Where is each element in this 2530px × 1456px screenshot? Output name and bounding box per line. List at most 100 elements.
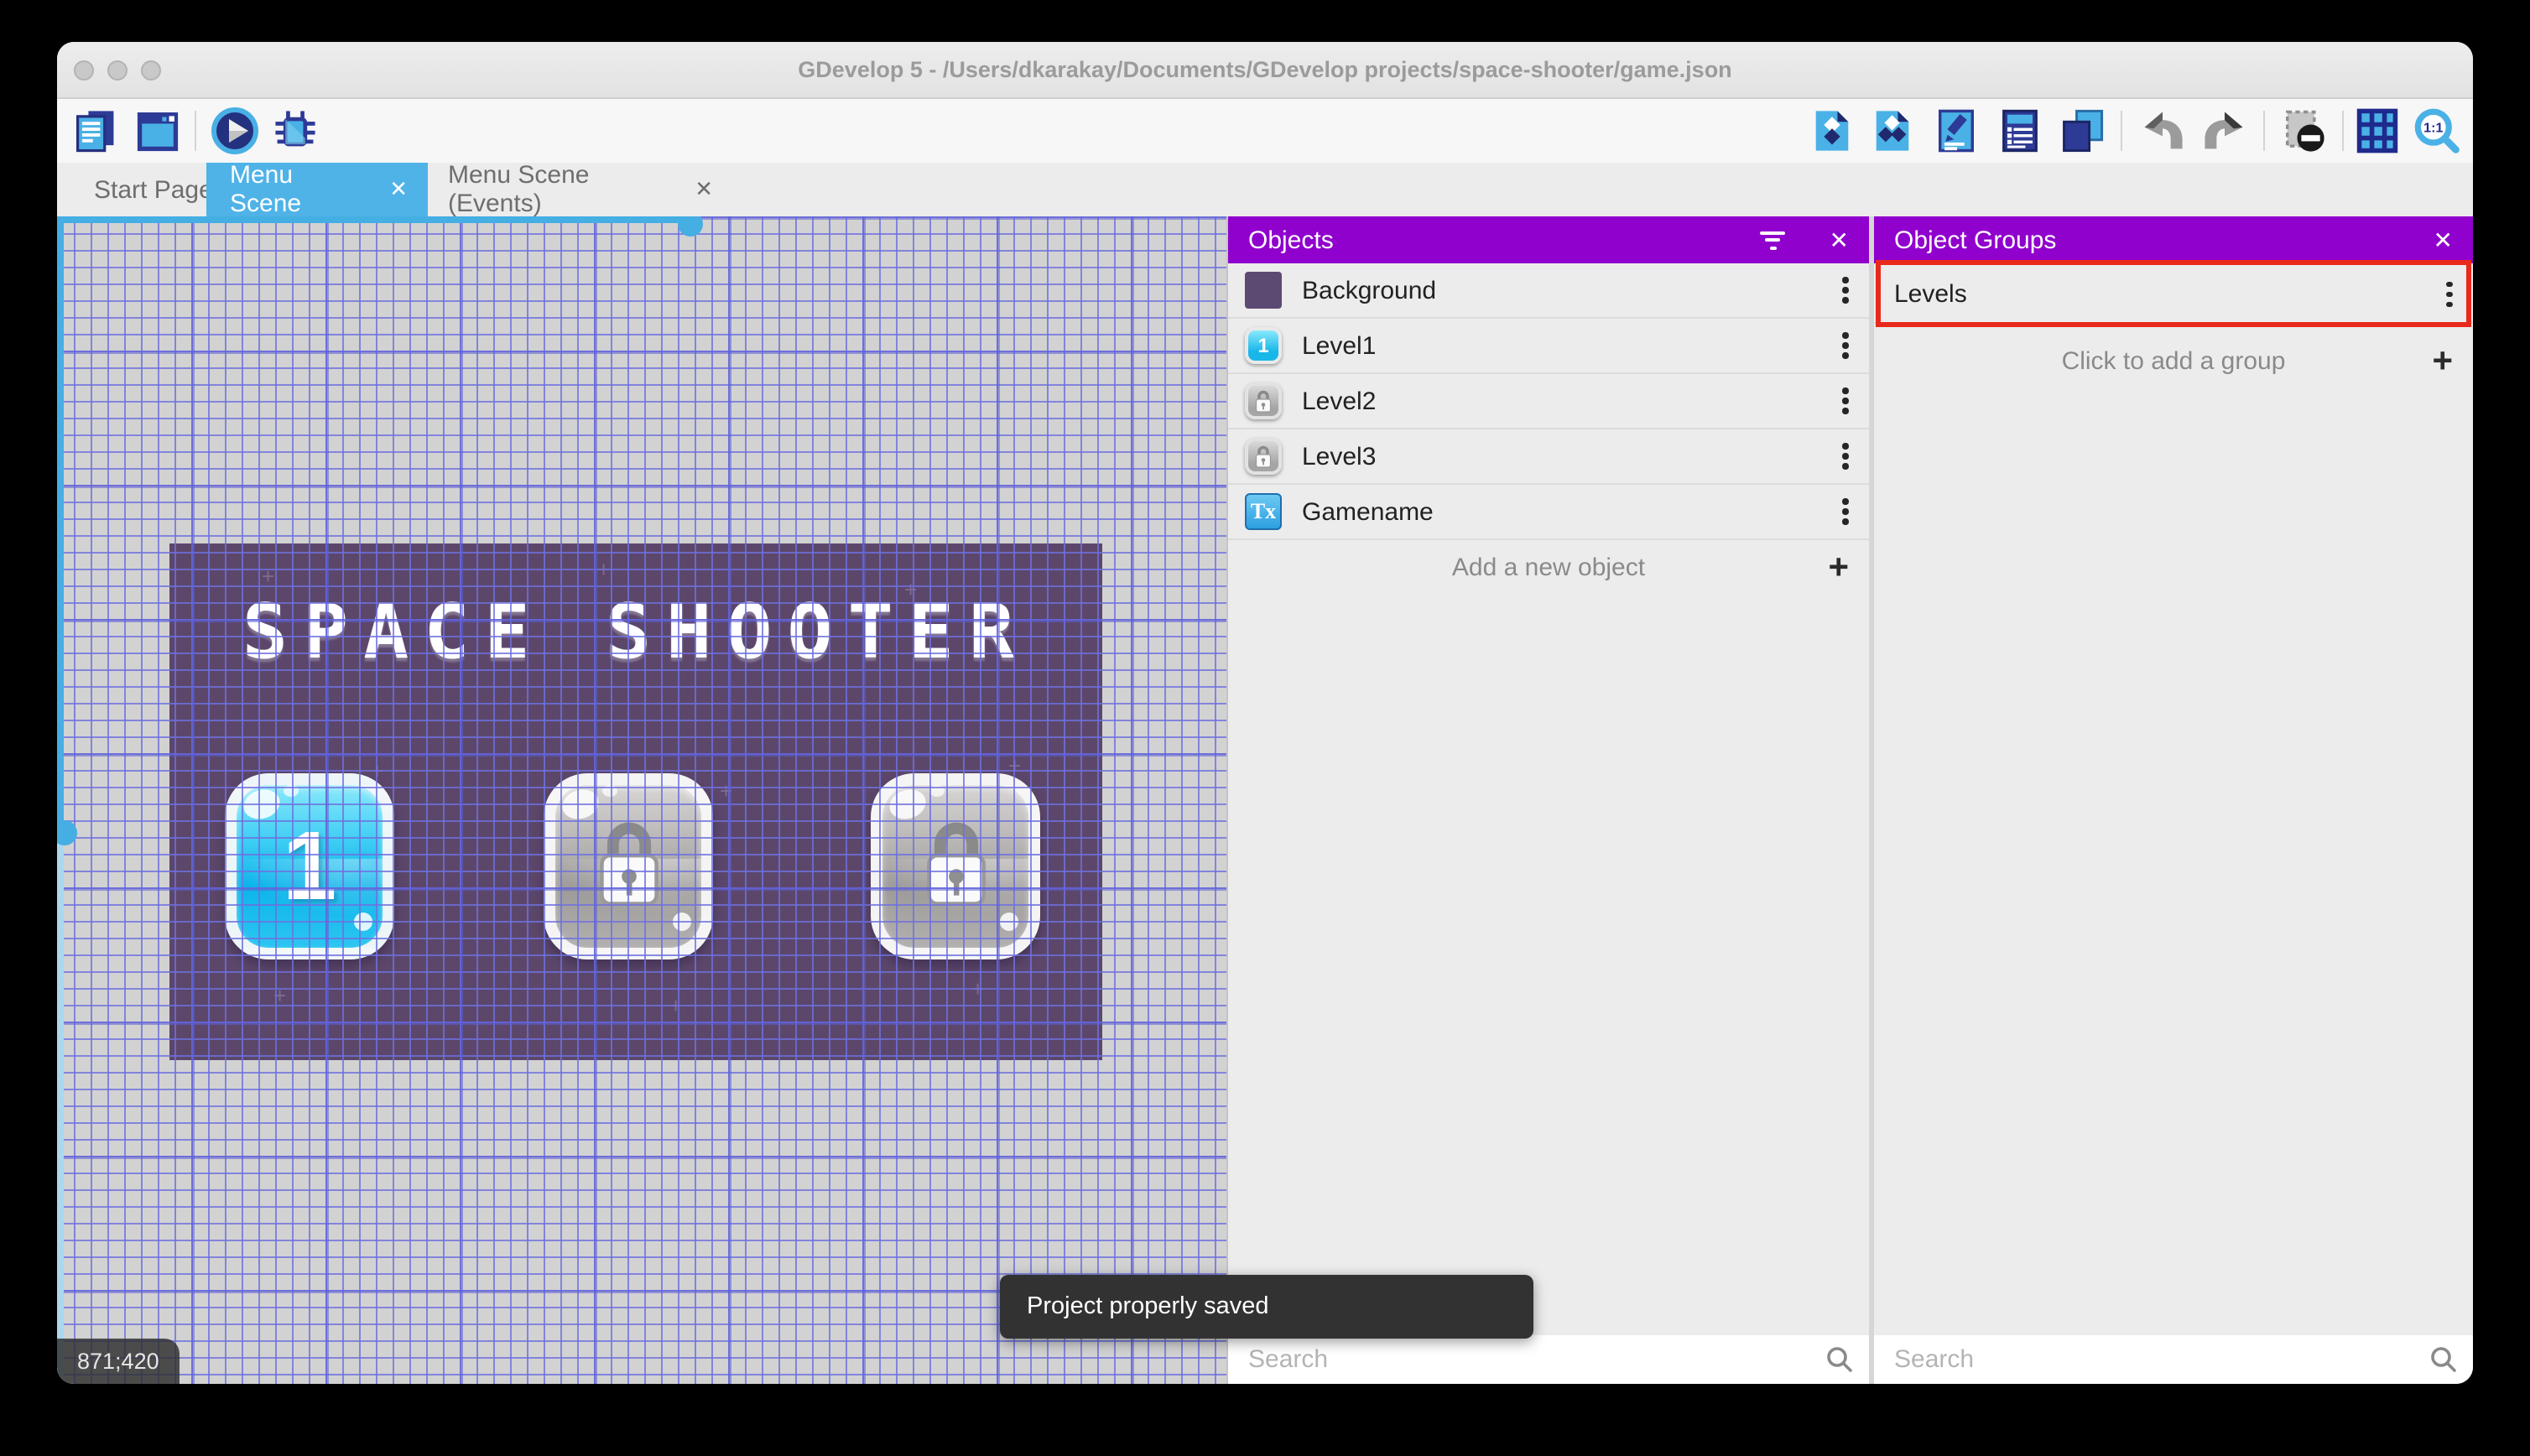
horizontal-scrollbar-thumb[interactable] bbox=[678, 216, 703, 237]
save-toast: Project properly saved bbox=[1000, 1275, 1533, 1339]
vertical-scrollbar[interactable] bbox=[57, 216, 64, 832]
scene-editor-icon[interactable] bbox=[133, 106, 183, 156]
kebab-menu-icon[interactable] bbox=[1823, 377, 1869, 424]
object-row-level3[interactable]: Level3 bbox=[1228, 429, 1869, 485]
lock-icon bbox=[599, 821, 658, 905]
instances-list-icon[interactable] bbox=[1995, 106, 2045, 156]
level3-button-instance[interactable] bbox=[871, 773, 1040, 959]
tab-label: Menu Scene (Events) bbox=[448, 161, 590, 218]
object-label: Level2 bbox=[1302, 387, 1377, 415]
star-decal: + bbox=[597, 557, 611, 582]
search-icon bbox=[2431, 1347, 2456, 1372]
close-icon[interactable]: ✕ bbox=[674, 176, 733, 203]
groups-search bbox=[1874, 1335, 2473, 1384]
tab-label: Start Page bbox=[94, 175, 213, 204]
zoom-fit-icon[interactable]: 1:1 bbox=[2411, 106, 2461, 156]
cursor-coordinates-badge: 871;420 bbox=[57, 1339, 180, 1384]
panel-title: Objects bbox=[1248, 226, 1334, 254]
tab-bar: Start Page Menu Scene ✕ Menu Scene (Even… bbox=[57, 161, 2473, 218]
app-scale-wrapper: GDevelop 5 - /Users/dkarakay/Documents/G… bbox=[0, 0, 2530, 1456]
text-object-thumbnail: Tx bbox=[1245, 493, 1282, 530]
shine-dot bbox=[673, 913, 691, 931]
object-label: Level1 bbox=[1302, 331, 1377, 360]
filter-icon[interactable] bbox=[1760, 231, 1786, 249]
locked-thumbnail bbox=[1245, 438, 1282, 475]
object-groups-panel: Object Groups ✕ Levels Click to add a gr… bbox=[1874, 216, 2473, 1384]
grid-icon[interactable] bbox=[2352, 106, 2402, 156]
object-label: Gamename bbox=[1302, 497, 1434, 526]
kebab-menu-icon[interactable] bbox=[1823, 488, 1869, 535]
toggle-mask-icon[interactable] bbox=[2278, 106, 2329, 156]
level-number: 1 bbox=[282, 812, 337, 921]
redo-icon[interactable] bbox=[2199, 106, 2250, 156]
tab-menu-scene-events[interactable]: Menu Scene (Events) ✕ bbox=[428, 161, 733, 218]
star-decal: + bbox=[1008, 753, 1022, 778]
plus-icon[interactable]: + bbox=[2432, 341, 2453, 382]
plus-icon[interactable]: + bbox=[1828, 548, 1849, 588]
locked-thumbnail bbox=[1245, 382, 1282, 419]
objects-search-input[interactable] bbox=[1228, 1335, 1869, 1384]
toast-message: Project properly saved bbox=[1027, 1293, 1269, 1320]
object-label: Background bbox=[1302, 276, 1437, 304]
star-decal: + bbox=[273, 983, 287, 1008]
toolbar-divider bbox=[195, 111, 196, 151]
star-decal: + bbox=[904, 577, 918, 602]
scene-background-instance[interactable]: SPACE SHOOTER + + + + + + + + + 1 bbox=[169, 543, 1102, 1060]
object-row-gamename[interactable]: Tx Gamename bbox=[1228, 485, 1869, 540]
shine-dot bbox=[602, 785, 617, 797]
layers-icon[interactable] bbox=[2057, 106, 2107, 156]
tab-menu-scene[interactable]: Menu Scene ✕ bbox=[206, 161, 428, 218]
lock-icon bbox=[926, 821, 985, 905]
tab-label: Menu Scene bbox=[230, 161, 302, 218]
properties-icon[interactable] bbox=[1931, 106, 1981, 156]
star-decal: + bbox=[669, 993, 683, 1018]
level1-thumbnail: 1 bbox=[1245, 327, 1282, 364]
search-icon bbox=[1827, 1347, 1852, 1372]
add-object-label: Add a new object bbox=[1451, 554, 1646, 582]
undo-icon[interactable] bbox=[2137, 106, 2188, 156]
horizontal-scrollbar[interactable] bbox=[57, 216, 691, 223]
object-groups-panel-icon[interactable] bbox=[1867, 106, 1918, 156]
kebab-menu-icon[interactable] bbox=[1823, 267, 1869, 314]
shine-dot bbox=[929, 785, 945, 797]
kebab-menu-icon[interactable] bbox=[2427, 271, 2473, 318]
vertical-scrollbar-thumb[interactable] bbox=[57, 820, 77, 845]
object-row-level2[interactable]: Level2 bbox=[1228, 374, 1869, 429]
debug-icon[interactable] bbox=[270, 106, 320, 156]
level2-button-instance[interactable] bbox=[544, 773, 713, 959]
groups-search-input[interactable] bbox=[1874, 1335, 2473, 1384]
object-row-level1[interactable]: 1 Level1 bbox=[1228, 319, 1869, 374]
objects-search bbox=[1228, 1335, 1869, 1384]
close-icon[interactable]: ✕ bbox=[369, 176, 428, 203]
object-label: Level3 bbox=[1302, 442, 1377, 471]
scene-title-text: SPACE SHOOTER bbox=[242, 587, 1030, 676]
main-area: SPACE SHOOTER + + + + + + + + + 1 871;42… bbox=[57, 216, 2473, 1384]
group-row-levels[interactable]: Levels bbox=[1874, 267, 2473, 324]
toolbar-divider bbox=[2342, 111, 2344, 151]
toolbar-divider bbox=[2121, 111, 2122, 151]
kebab-menu-icon[interactable] bbox=[1823, 322, 1869, 369]
project-manager-icon[interactable] bbox=[70, 106, 121, 156]
play-icon[interactable] bbox=[210, 106, 260, 156]
object-groups-panel-header: Object Groups ✕ bbox=[1874, 216, 2473, 263]
add-new-object-button[interactable]: Add a new object + bbox=[1228, 540, 1869, 595]
level1-button-instance[interactable]: 1 bbox=[225, 773, 394, 959]
group-label: Levels bbox=[1894, 280, 1967, 309]
scene-canvas[interactable]: SPACE SHOOTER + + + + + + + + + 1 871;42… bbox=[57, 216, 1226, 1384]
toolbar: 1:1 bbox=[57, 99, 2473, 163]
titlebar: GDevelop 5 - /Users/dkarakay/Documents/G… bbox=[57, 42, 2473, 99]
object-row-background[interactable]: Background bbox=[1228, 263, 1869, 319]
gdevelop-window: GDevelop 5 - /Users/dkarakay/Documents/G… bbox=[57, 42, 2473, 1384]
objects-panel-icon[interactable] bbox=[1807, 106, 1857, 156]
star-decal: + bbox=[720, 778, 733, 803]
add-group-label: Click to add a group bbox=[2061, 347, 2286, 376]
toolbar-divider bbox=[2263, 111, 2265, 151]
close-icon[interactable]: ✕ bbox=[1830, 226, 1849, 254]
close-icon[interactable]: ✕ bbox=[2434, 226, 2453, 254]
screenshot-stage: GDevelop 5 - /Users/dkarakay/Documents/G… bbox=[0, 0, 2530, 1456]
add-group-button[interactable]: Click to add a group + bbox=[1874, 334, 2473, 389]
objects-panel: Objects ✕ Background 1 Level1 Level2 Lev… bbox=[1228, 216, 1869, 1384]
shine-dot bbox=[1000, 913, 1018, 931]
kebab-menu-icon[interactable] bbox=[1823, 433, 1869, 480]
window-title: GDevelop 5 - /Users/dkarakay/Documents/G… bbox=[798, 57, 1732, 82]
